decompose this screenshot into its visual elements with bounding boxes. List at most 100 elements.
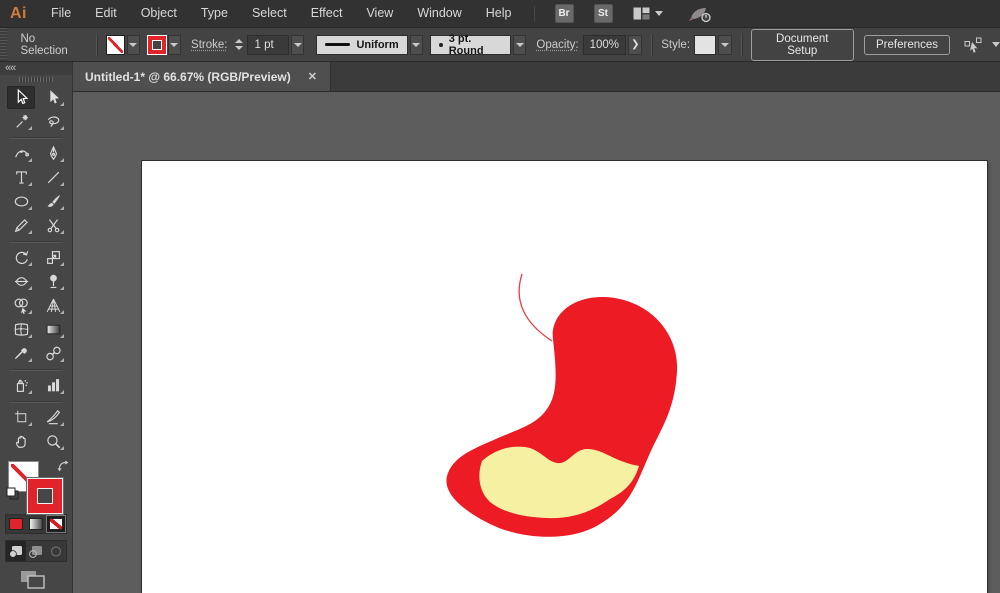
draw-behind-button[interactable]: [26, 541, 46, 561]
document-tab[interactable]: Untitled-1* @ 66.67% (RGB/Preview) ✕: [73, 62, 331, 91]
control-bar: No Selection Stroke: 1 pt Uniform 3 pt. …: [0, 28, 1000, 62]
opacity-field[interactable]: 100%: [583, 35, 627, 55]
close-tab-icon[interactable]: ✕: [305, 68, 320, 85]
width-tool[interactable]: [7, 270, 35, 293]
hand-tool[interactable]: [7, 430, 35, 453]
chevron-down-icon: [655, 11, 663, 16]
draw-behind-icon: [29, 545, 43, 558]
ellipse-tool[interactable]: [7, 190, 35, 213]
brush-chevron[interactable]: [513, 35, 526, 55]
panel-grip[interactable]: [0, 75, 72, 84]
puppet-warp-tool[interactable]: [39, 270, 67, 293]
gradient-button[interactable]: [26, 515, 46, 533]
menu-file[interactable]: File: [39, 0, 83, 27]
perspective-grid-icon: [45, 297, 62, 314]
paintbrush-tool[interactable]: [39, 190, 67, 213]
swap-fill-stroke-button[interactable]: [57, 460, 70, 476]
fill-color-swatch[interactable]: [106, 35, 125, 55]
stroke-weight-dropdown[interactable]: [291, 35, 304, 55]
menu-object[interactable]: Object: [129, 0, 189, 27]
color-button[interactable]: [6, 515, 26, 533]
direct-selection-tool[interactable]: [39, 86, 67, 109]
stepper-down-icon[interactable]: [235, 46, 243, 50]
line-segment-tool[interactable]: [39, 166, 67, 189]
panel-grip[interactable]: [0, 28, 7, 61]
draw-inside-button[interactable]: [46, 541, 66, 561]
collapse-panel-button[interactable]: ««: [0, 62, 72, 75]
gpu-performance-button[interactable]: [687, 5, 713, 23]
curvature-tool[interactable]: [7, 142, 35, 165]
none-button[interactable]: [46, 515, 66, 533]
pencil-tool[interactable]: [7, 214, 35, 237]
selection-status: No Selection: [15, 33, 88, 57]
pen-tool[interactable]: [39, 142, 67, 165]
style-dropdown[interactable]: [718, 35, 731, 55]
menu-effect[interactable]: Effect: [299, 0, 355, 27]
puppet-warp-icon: [45, 273, 62, 290]
column-graph-tool[interactable]: [39, 374, 67, 397]
width-profile-dropdown[interactable]: Uniform: [316, 35, 408, 55]
scale-tool[interactable]: [39, 246, 67, 269]
stem-path-shape[interactable]: [519, 274, 552, 341]
shape-builder-tool[interactable]: [7, 294, 35, 317]
style-swatch[interactable]: [694, 35, 716, 55]
scissors-tool[interactable]: [39, 214, 67, 237]
stock-button[interactable]: St: [594, 4, 613, 23]
bridge-button[interactable]: Br: [555, 4, 574, 23]
stroke-color-swatch[interactable]: [147, 35, 166, 55]
type-tool[interactable]: [7, 166, 35, 189]
menu-type[interactable]: Type: [189, 0, 240, 27]
select-similar-button[interactable]: [964, 37, 1000, 53]
draw-inside-icon: [49, 545, 63, 558]
opacity-more-button[interactable]: ❯: [628, 35, 642, 55]
draw-normal-icon: [9, 545, 23, 558]
stroke-weight-field[interactable]: 1 pt: [247, 35, 289, 55]
workspace-switcher[interactable]: [633, 7, 663, 20]
document-setup-button[interactable]: Document Setup: [751, 29, 855, 61]
mesh-tool[interactable]: [7, 318, 35, 341]
chevron-down-icon: [170, 43, 178, 47]
stepper-up-icon[interactable]: [235, 39, 243, 43]
stroke-weight-stepper[interactable]: [235, 39, 243, 50]
lasso-tool[interactable]: [39, 110, 67, 133]
menu-help[interactable]: Help: [474, 0, 524, 27]
blend-tool[interactable]: [39, 342, 67, 365]
width-profile-chevron[interactable]: [410, 35, 423, 55]
selection-tool[interactable]: [7, 86, 35, 109]
fill-color-dropdown[interactable]: [127, 35, 140, 55]
divider: [96, 34, 97, 56]
rotate-tool[interactable]: [7, 246, 35, 269]
stroke-swatch-red[interactable]: [27, 478, 63, 514]
default-swatches-icon: [6, 487, 20, 501]
symbol-sprayer-tool[interactable]: [7, 374, 35, 397]
menu-select[interactable]: Select: [240, 0, 299, 27]
magic-wand-tool[interactable]: [7, 110, 35, 133]
menu-window[interactable]: Window: [405, 0, 473, 27]
perspective-grid-tool[interactable]: [39, 294, 67, 317]
opacity-panel-link[interactable]: Opacity:: [536, 39, 578, 51]
menu-edit[interactable]: Edit: [83, 0, 129, 27]
brush-dropdown[interactable]: 3 pt. Round: [430, 35, 511, 55]
eyedropper-tool[interactable]: [7, 342, 35, 365]
style-label: Style:: [661, 39, 690, 51]
swap-arrows-icon: [57, 460, 70, 473]
draw-normal-button[interactable]: [6, 541, 26, 561]
canvas-area[interactable]: [73, 92, 1000, 593]
divider: [10, 241, 62, 242]
stroke-color-dropdown[interactable]: [168, 35, 181, 55]
slice-tool[interactable]: [39, 406, 67, 429]
preferences-button[interactable]: Preferences: [864, 35, 950, 55]
chevron-down-icon: [992, 42, 1000, 47]
artboard-tool[interactable]: [7, 406, 35, 429]
artboard[interactable]: [142, 161, 987, 593]
change-screen-mode-button[interactable]: [20, 570, 72, 593]
default-fill-stroke-button[interactable]: [6, 487, 20, 504]
zoom-tool[interactable]: [39, 430, 67, 453]
divider: [651, 34, 652, 56]
menu-view[interactable]: View: [354, 0, 405, 27]
paintbrush-icon: [45, 193, 62, 210]
brush-value: 3 pt. Round: [449, 33, 503, 57]
app-logo: Ai: [0, 5, 39, 23]
gradient-tool[interactable]: [39, 318, 67, 341]
stroke-panel-link[interactable]: Stroke:: [191, 39, 227, 51]
